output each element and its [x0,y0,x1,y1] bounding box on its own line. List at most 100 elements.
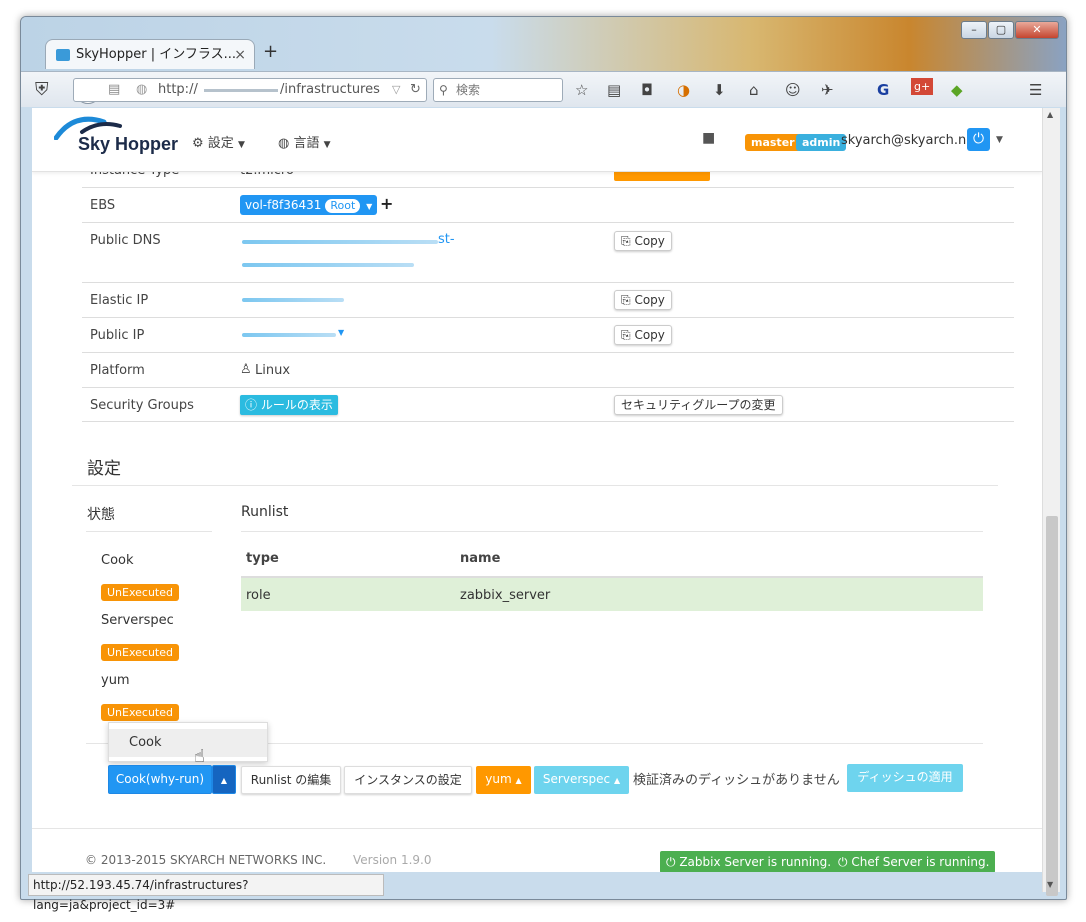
public-ip-caret-icon[interactable]: ▼ [338,328,344,337]
copy-public-ip-button[interactable]: ⎘ Copy [614,325,672,345]
version-text: Version 1.9.0 [353,853,432,867]
navigation-toolbar: ⛨ 🡐 ▤ ◍ http:// /infrastructures ▽ ↻ ⚲ 検… [21,71,1066,107]
search-input[interactable]: ⚲ 検索 [433,78,563,102]
download-icon[interactable]: ⬇ [713,81,726,99]
dropdown-item-cook[interactable]: Cook [109,729,267,757]
new-tab-icon[interactable]: + [263,41,278,62]
gmail-icon[interactable]: G [877,81,889,99]
logo-text[interactable]: Sky Hopper [78,134,178,155]
public-ip-redacted [242,333,336,337]
shield-icon[interactable]: ⛨ [35,79,49,100]
caret-up-icon: ▲ [220,776,228,785]
smiley-icon[interactable]: ☺ [785,81,801,99]
settings-heading: 設定 [87,459,121,479]
reload-icon[interactable]: ↻ [410,79,421,101]
table-row-public-dns: Public DNS st- ⎘ Copy [82,222,1014,282]
runlist-type-cell: role [246,588,271,603]
runlist-header-type: type [246,551,279,566]
cook-dropdown-toggle[interactable]: ▲ [212,765,236,794]
edit-runlist-button[interactable]: Runlist の編集 [241,766,341,794]
bookmark-star-icon[interactable]: ☆ [575,81,588,99]
dropdown-item-label: Cook [129,735,162,750]
url-text: http:// [158,82,198,97]
scroll-down-icon[interactable]: ▼ [1047,880,1053,889]
url-dropdown-icon[interactable]: ▽ [392,79,400,101]
runlist-heading: Runlist [241,504,289,520]
power-icon: ⏻ [666,855,676,869]
chef-status-label: Chef Server is running. [851,855,990,869]
settings-menu[interactable]: ⚙ 設定 ▼ [192,132,245,151]
extension-icon[interactable]: ◑ [677,81,690,99]
apply-dish-button[interactable]: ディッシュの適用 [847,764,963,792]
show-rules-label: ルールの表示 [260,398,333,412]
globe-icon: ◍ [136,82,148,97]
user-caret-down-icon[interactable]: ▼ [996,135,1003,145]
google-plus-icon[interactable]: g+ [911,78,934,95]
skyhopper-favicon-icon [56,49,70,61]
evernote-icon[interactable]: ◆ [951,81,963,99]
browser-tab[interactable]: SkyHopper | インフラス... × [45,39,255,69]
info-icon: ⓘ [245,398,258,412]
runlist-header-name: name [460,551,501,566]
instance-settings-button[interactable]: インスタンスの設定 [344,766,472,794]
clipboard-icon: ⎘ [621,234,631,248]
reading-list-icon[interactable]: ▤ [607,81,621,99]
state-serverspec-name: Serverspec [101,613,174,628]
status-url: http://52.193.45.74/infrastructures?lang… [33,878,249,912]
add-volume-icon[interactable]: + [380,194,393,213]
zabbix-status-badge: ⏻ Zabbix Server is running. [660,851,838,872]
page-scrollbar[interactable]: ▲ ▼ [1042,108,1060,896]
public-dns-label: Public DNS [90,233,161,248]
hand-cursor-icon: ☝ [194,746,205,767]
change-security-group-button[interactable]: セキュリティグループの変更 [614,395,783,415]
state-yum-badge: UnExecuted [101,704,179,721]
language-menu[interactable]: ◍ 言語 ▼ [278,132,331,151]
copy-elastic-ip-button[interactable]: ⎘ Copy [614,290,672,310]
user-email[interactable]: skyarch@skyarch.net [841,133,979,148]
platform-label: Platform [90,363,145,378]
comment-icon[interactable]: ■ [702,130,715,146]
settings-divider [72,485,998,486]
page-icon: ▤ [108,82,121,97]
clipboard-icon: ⎘ [621,293,631,307]
serverspec-button[interactable]: Serverspec ▲ [534,766,629,794]
caret-down-icon: ▼ [323,140,331,150]
ebs-volume-button[interactable]: vol-f8f36431 Root ▼ [240,195,378,215]
copy-dns-button[interactable]: ⎘ Copy [614,231,672,251]
minimize-button[interactable]: – [961,21,987,39]
address-bar[interactable]: ▤ ◍ http:// /infrastructures ▽ ↻ [73,78,427,102]
close-window-button[interactable]: ✕ [1015,21,1059,39]
yum-button[interactable]: yum ▲ [476,766,531,794]
bird-icon[interactable]: ✈ [821,81,834,99]
maximize-button[interactable]: ▢ [988,21,1014,39]
settings-menu-label: 設定 [207,136,234,151]
cook-why-run-button[interactable]: Cook(why-run) [108,765,212,794]
public-dns-redacted [242,240,438,244]
power-icon[interactable]: ⏻ [967,128,990,151]
gears-icon: ⚙ [192,136,204,151]
footer-divider [32,828,1042,829]
power-icon: ⏻ [838,855,848,869]
tab-close-icon[interactable]: × [234,40,246,70]
app-header: Sky Hopper ⚙ 設定 ▼ ◍ 言語 ▼ ■ master admin … [32,108,1042,172]
public-dns-tail: st- [438,232,455,247]
pocket-icon[interactable]: ◘ [641,81,653,99]
security-groups-label: Security Groups [90,398,194,413]
url-path-text: /infrastructures [280,82,380,97]
state-yum-name: yum [101,673,130,688]
scroll-up-icon[interactable]: ▲ [1047,110,1053,119]
admin-badge: admin [796,134,847,151]
runlist-row[interactable]: role zabbix_server [241,576,983,611]
caret-up-icon: ▲ [613,776,621,785]
platform-value: Linux [255,363,291,378]
show-rules-button[interactable]: ⓘ ルールの表示 [240,395,338,415]
public-dns-redacted [242,263,414,267]
clipboard-icon: ⎘ [621,328,631,342]
no-verified-dish-text: 検証済みのディッシュがありません [633,773,840,788]
search-icon: ⚲ [439,83,448,97]
home-icon[interactable]: ⌂ [749,81,759,99]
menu-icon[interactable]: ☰ [1029,81,1042,99]
scrollbar-thumb[interactable] [1046,516,1058,896]
table-row-public-ip: Public IP ▼ ⎘ Copy [82,317,1014,352]
ebs-label: EBS [90,198,116,213]
